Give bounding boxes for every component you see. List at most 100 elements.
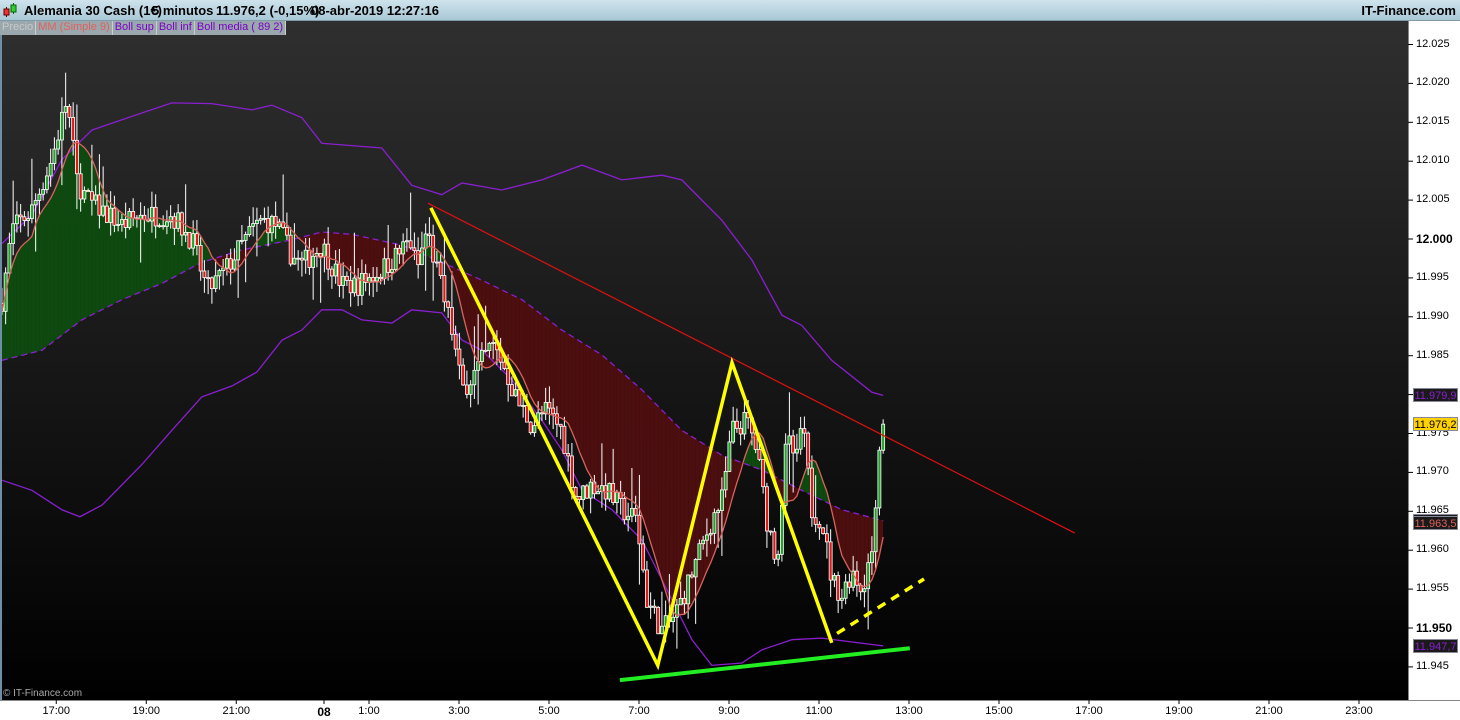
candle-body — [56, 139, 61, 150]
x-tick-label: 19:00 — [132, 705, 161, 717]
candle-body — [116, 224, 121, 226]
legend-mm[interactable]: MM (Simple 9) — [36, 21, 113, 35]
fill-segment — [148, 217, 152, 289]
candle-body — [108, 207, 113, 223]
fill-segment — [376, 239, 381, 283]
candle-body — [67, 106, 72, 118]
fill-segment — [504, 291, 509, 358]
x-tick-label: 9:00 — [718, 705, 740, 717]
candle-body — [404, 240, 409, 243]
fill-segment — [163, 219, 167, 283]
fill-segment — [590, 347, 595, 484]
y-tick-label: 11.970 — [1416, 465, 1449, 478]
fill-segment — [669, 417, 674, 612]
candle-body — [641, 543, 646, 571]
candle-body — [127, 211, 132, 228]
candle-body — [247, 225, 252, 235]
fill-segment — [553, 323, 557, 418]
candle-body — [292, 257, 297, 265]
candle-body — [708, 532, 713, 536]
fill-segment — [174, 220, 179, 277]
candle-body — [798, 428, 803, 450]
candlestick-chart[interactable] — [0, 0, 1460, 720]
candle-body — [228, 258, 233, 270]
candle-body — [75, 139, 79, 175]
fill-segment — [680, 429, 685, 615]
fill-segment — [166, 219, 171, 281]
fill-segment — [335, 233, 340, 264]
candle-body — [348, 280, 353, 294]
last-value-mm: 11.963,5 — [1413, 515, 1458, 530]
x-tick-label: 7:00 — [628, 705, 650, 717]
candle-body — [671, 616, 676, 622]
candle-body — [153, 206, 158, 227]
brand[interactable]: IT-Finance.com — [1361, 3, 1456, 18]
title-bar: Alemania 30 Cash (1€) 5 minutos 11.976,2… — [0, 0, 1460, 21]
candle-body — [787, 435, 792, 445]
candle-body — [693, 559, 698, 578]
fill-segment — [136, 218, 141, 294]
fill-segment — [549, 320, 554, 416]
candle-body — [416, 250, 421, 266]
candle-body — [648, 605, 653, 608]
x-tick-label: 21:00 — [222, 705, 251, 717]
candle-body — [690, 574, 694, 578]
x-tick-label: 3:00 — [448, 705, 470, 717]
legend-boll-inf[interactable]: Boll inf — [156, 21, 195, 35]
candle-body — [630, 507, 634, 517]
y-tick-label: 12.010 — [1416, 154, 1450, 167]
candle-body — [738, 427, 743, 435]
candle-body — [120, 219, 124, 225]
candle-body — [566, 452, 571, 457]
candle-body — [626, 515, 631, 521]
candle-body — [434, 261, 439, 264]
candle-body — [423, 233, 428, 249]
fill-segment — [350, 234, 355, 275]
candle-body — [213, 275, 218, 290]
candle-body — [393, 247, 398, 270]
candle-body — [716, 510, 721, 514]
candle-body — [438, 261, 443, 276]
timeframe[interactable]: 5 minutos — [152, 3, 213, 18]
x-tick-label: 23:00 — [1345, 705, 1373, 717]
x-tick-label: 08 — [317, 705, 331, 719]
candle-body — [90, 191, 94, 201]
candle-body — [558, 423, 563, 427]
candle-body — [112, 207, 117, 226]
candle-body — [397, 247, 402, 255]
candle-body — [570, 455, 574, 488]
candle-body — [525, 405, 529, 423]
candle-body — [731, 420, 736, 443]
fill-segment — [616, 368, 621, 493]
candle-body — [14, 214, 19, 225]
fill-segment — [526, 303, 531, 397]
x-tick-label: 21:00 — [1255, 705, 1283, 717]
x-tick-label: 1:00 — [358, 705, 380, 717]
candle-body — [585, 485, 589, 499]
candle-body — [723, 471, 728, 491]
fill-segment — [13, 253, 17, 358]
fill-segment — [541, 314, 546, 413]
candle-body — [243, 234, 248, 241]
fill-segment — [493, 285, 497, 365]
candle-body — [45, 175, 49, 190]
legend-boll-media[interactable]: Boll media ( 89 2) — [194, 21, 287, 35]
fill-segment — [24, 240, 29, 355]
candle-body — [266, 217, 271, 234]
fill-segment — [31, 224, 36, 353]
candle-body — [105, 205, 109, 223]
candle-body — [359, 273, 364, 296]
candle-body — [611, 483, 616, 504]
candle-body — [682, 598, 687, 605]
candle-body — [71, 117, 76, 141]
candle-body — [442, 275, 447, 303]
candle-body — [344, 275, 349, 281]
candle-body — [194, 233, 199, 246]
copyright: © IT-Finance.com — [3, 688, 83, 699]
candle-body — [337, 263, 342, 286]
candle-body — [60, 111, 64, 141]
legend-precio[interactable]: Precio — [0, 21, 37, 35]
candle-body — [701, 539, 706, 545]
candle-body — [408, 240, 413, 249]
legend-boll-sup[interactable]: Boll sup — [112, 21, 157, 35]
